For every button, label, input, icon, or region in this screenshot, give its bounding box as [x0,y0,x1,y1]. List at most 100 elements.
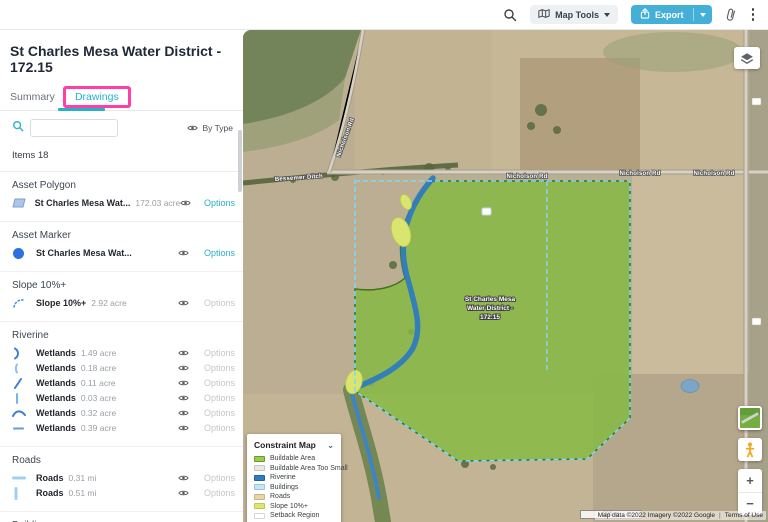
dashed-slope-icon [12,297,36,309]
legend-swatch [254,484,265,491]
map-attribution: Map data ©2022 Imagery ©2022 Google | Te… [594,511,766,520]
wetland-line-icon [12,392,36,405]
visibility-eye-icon[interactable] [180,199,191,207]
visibility-eye-icon[interactable] [178,424,189,432]
chevron-down-icon[interactable]: ⌄ [327,441,334,450]
options-link[interactable]: Options [195,473,235,483]
list-item[interactable]: Wetlands 1.49 acre Options [12,346,235,360]
wetland-dash-icon [12,422,36,434]
visibility-eye-icon[interactable] [178,409,189,417]
legend-item: Buildings [254,483,334,493]
section-header: Riverine [12,330,49,341]
export-icon [640,8,650,21]
tab-bar: Summary Drawings [0,84,243,111]
legend-item: Buildable Area [254,454,334,464]
list-item[interactable]: Roads 0.51 mi Options [12,486,235,500]
list-item[interactable]: Roads 0.31 mi Options [12,471,235,485]
pegman-streetview-button[interactable] [738,438,762,461]
list-item[interactable]: St Charles Mesa Wat... 172.03 acre Optio… [12,196,235,210]
list-item[interactable]: Slope 10%+ 2.92 acre Options [12,296,235,310]
options-link[interactable]: Options [195,378,235,388]
section-slope: Slope 10%+ Slope 10%+ 2.92 acre Options [0,272,243,322]
by-type-toggle[interactable]: By Type [187,123,233,133]
chevron-down-icon [603,12,610,17]
options-link[interactable]: Options [195,248,235,258]
tab-summary[interactable]: Summary [10,91,63,103]
section-asset-marker: Asset Marker St Charles Mesa Wat... Opti… [0,222,243,272]
road-vertical-icon [12,486,36,500]
visibility-eye-icon[interactable] [178,349,189,357]
search-icon[interactable] [503,8,517,22]
section-buildings: Buildings Buildings 0.04 acre Options Bu… [0,512,243,522]
list-item[interactable]: Wetlands 0.18 acre Options [12,361,235,375]
list-item[interactable]: Wetlands 0.03 acre Options [12,391,235,405]
road-label: Nicholson Rd [506,174,547,180]
search-icon [12,119,24,137]
pegman-icon [745,441,755,457]
visibility-eye-icon[interactable] [178,364,189,372]
zoom-controls: + − [738,469,762,515]
legend-item: Riverine [254,473,334,483]
legend-item: Roads [254,492,334,502]
layers-button[interactable] [734,47,760,69]
options-link[interactable]: Options [197,198,235,208]
section-header: Asset Marker [12,230,71,241]
section-roads: Roads Roads 0.31 mi Options Roads 0.51 m… [0,447,243,512]
zoom-in-button[interactable]: + [738,469,762,493]
layers-icon [740,52,754,64]
sidebar-scrollbar[interactable] [238,130,242,192]
wetland-slash-icon [12,377,36,390]
export-button[interactable]: Export [630,5,712,24]
marker-dot-icon [12,247,36,260]
svg-text:172.15: 172.15 [480,314,500,321]
legend-item: Buildable Area Too Small [254,464,348,474]
asset-marker[interactable] [481,207,492,216]
options-link[interactable]: Options [195,393,235,403]
top-toolbar: Map Tools Export [0,0,768,30]
basemap-toggle-thumbnail[interactable] [738,406,762,430]
options-link[interactable]: Options [195,363,235,373]
visibility-eye-icon[interactable] [178,474,189,482]
by-type-label: By Type [202,123,233,133]
visibility-eye-icon[interactable] [178,379,189,387]
export-dropdown-arrow[interactable] [694,5,712,24]
map-icon [538,8,550,21]
options-link[interactable]: Options [195,348,235,358]
visibility-eye-icon[interactable] [178,489,189,497]
map-tools-button[interactable]: Map Tools [530,5,618,24]
more-options-kebab-icon[interactable] [750,6,757,23]
legend-swatch [254,503,265,510]
list-item[interactable]: Wetlands 0.32 acre Options [12,406,235,420]
list-item[interactable]: Wetlands 0.11 acre Options [12,376,235,390]
section-riverine: Riverine Wetlands 1.49 acre Options Wetl… [0,322,243,447]
legend-item: Slope 10%+ [254,502,334,512]
attribution-text: Map data ©2022 Imagery ©2022 Google [597,512,715,519]
search-input[interactable] [30,119,118,137]
options-link[interactable]: Options [195,488,235,498]
visibility-eye-icon[interactable] [178,299,189,307]
list-item[interactable]: Wetlands 0.39 acre Options [12,421,235,435]
list-item[interactable]: St Charles Mesa Wat... Options [12,246,235,260]
terms-of-use-link[interactable]: Terms of Use [725,512,763,519]
page-title: St Charles Mesa Water District - 172.15 [10,43,222,75]
visibility-eye-icon[interactable] [178,394,189,402]
drawings-sidebar: St Charles Mesa Water District - 172.15 … [0,30,243,522]
visibility-eye-icon[interactable] [178,249,189,257]
paperclip-icon[interactable] [725,7,737,22]
legend-swatch [254,455,265,462]
items-count: Items 18 [0,139,243,172]
options-link[interactable]: Options [195,408,235,418]
legend-swatch [254,465,265,472]
search-row: By Type [12,119,233,137]
legend-swatch [254,474,265,481]
map-canvas[interactable]: Bessemer Ditch Nicholson Rd Nicholson Rd… [243,30,768,522]
section-header: Asset Polygon [12,180,76,191]
options-link[interactable]: Options [195,298,235,308]
export-label: Export [654,9,684,20]
options-link[interactable]: Options [195,423,235,433]
legend-item: Setback Region [254,511,334,521]
constraint-map-legend: Constraint Map ⌄ Buildable Area Buildabl… [247,434,348,522]
tab-drawings[interactable]: Drawings [62,86,131,108]
section-header: Roads [12,455,41,466]
svg-text:St Charles Mesa: St Charles Mesa [465,296,516,303]
